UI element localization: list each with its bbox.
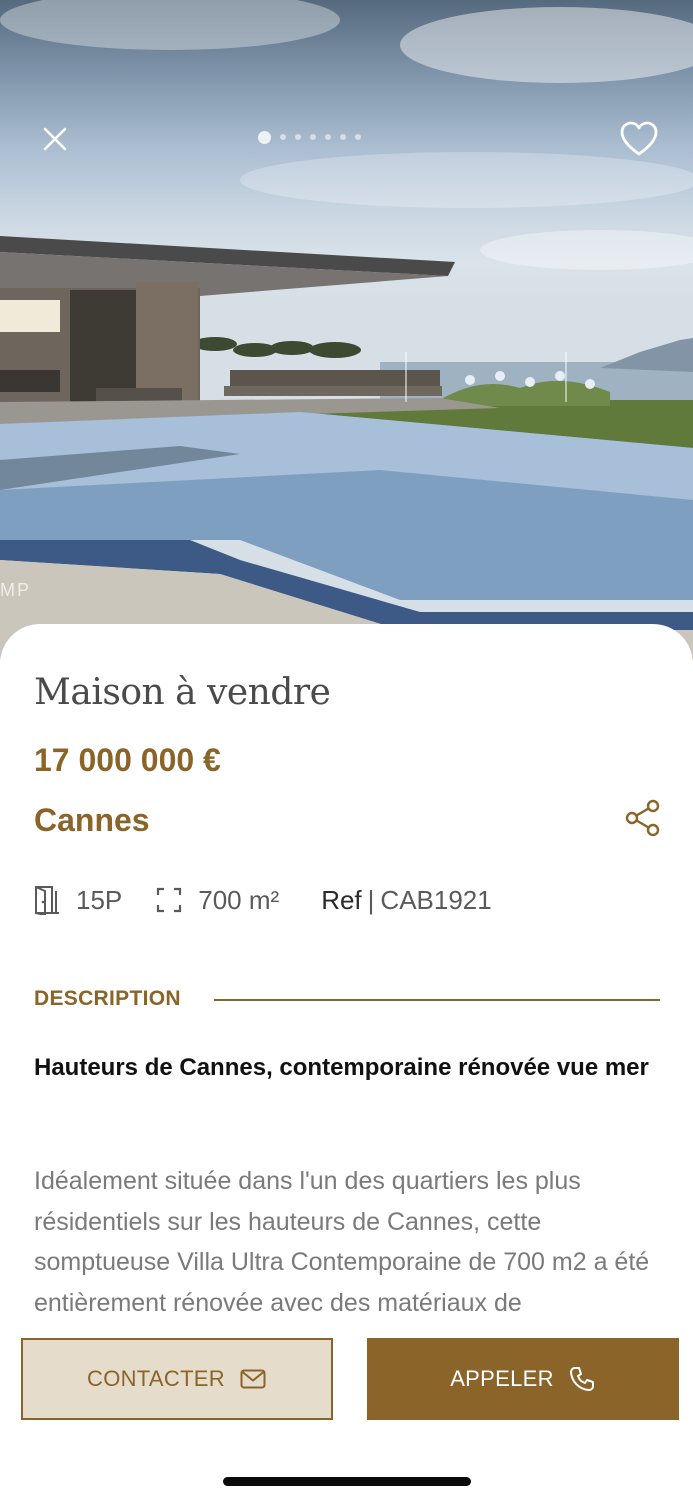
rooms-spec: 15P [34,885,122,916]
door-icon [35,886,59,915]
heart-icon [620,121,658,156]
contact-button[interactable]: CONTACTER [21,1338,333,1420]
listing-price: 17 000 000 € [34,742,221,778]
home-indicator[interactable] [223,1477,471,1486]
listing-city: Cannes [34,802,150,838]
area-spec: 700 m² [156,885,279,916]
mail-icon [240,1369,266,1389]
villa-photo [0,0,693,660]
carousel-dot[interactable] [295,134,301,140]
carousel-dot[interactable] [340,134,346,140]
call-button[interactable]: APPELER [367,1338,679,1420]
photo-watermark: MP [0,580,31,600]
carousel-indicator [258,130,361,144]
listing-photo-carousel[interactable]: MP [0,0,693,660]
area-value: 700 m² [198,884,280,915]
reference-value: CAB1921 [380,884,492,915]
description-divider [214,999,660,1001]
carousel-dot[interactable] [310,134,316,140]
reference-spec: Ref | CAB1921 [321,885,492,916]
reference-label: Ref [321,884,362,915]
carousel-dot[interactable] [280,134,286,140]
close-button[interactable] [38,122,72,156]
carousel-dot-active[interactable] [258,130,271,144]
favorite-button[interactable] [618,119,660,159]
share-button[interactable] [624,798,662,838]
area-icon [157,887,182,913]
listing-title: Maison à vendre [34,672,331,713]
carousel-dot[interactable] [355,134,361,140]
description-body: Idéalement située dans l'un des quartier… [34,1167,650,1317]
listing-specs: 15P 700 m² Ref | CAB1921 [34,880,492,920]
close-icon [43,127,67,151]
call-button-label: APPELER [450,1366,554,1391]
phone-icon [569,1367,594,1391]
contact-button-label: CONTACTER [87,1366,225,1391]
carousel-dot[interactable] [325,134,331,140]
reference-separator: | [367,884,375,915]
rooms-value: 15P [76,884,123,915]
description-title: Hauteurs de Cannes, contemporaine rénové… [34,1054,649,1081]
description-heading: DESCRIPTION [34,987,181,1010]
share-icon [625,799,660,837]
